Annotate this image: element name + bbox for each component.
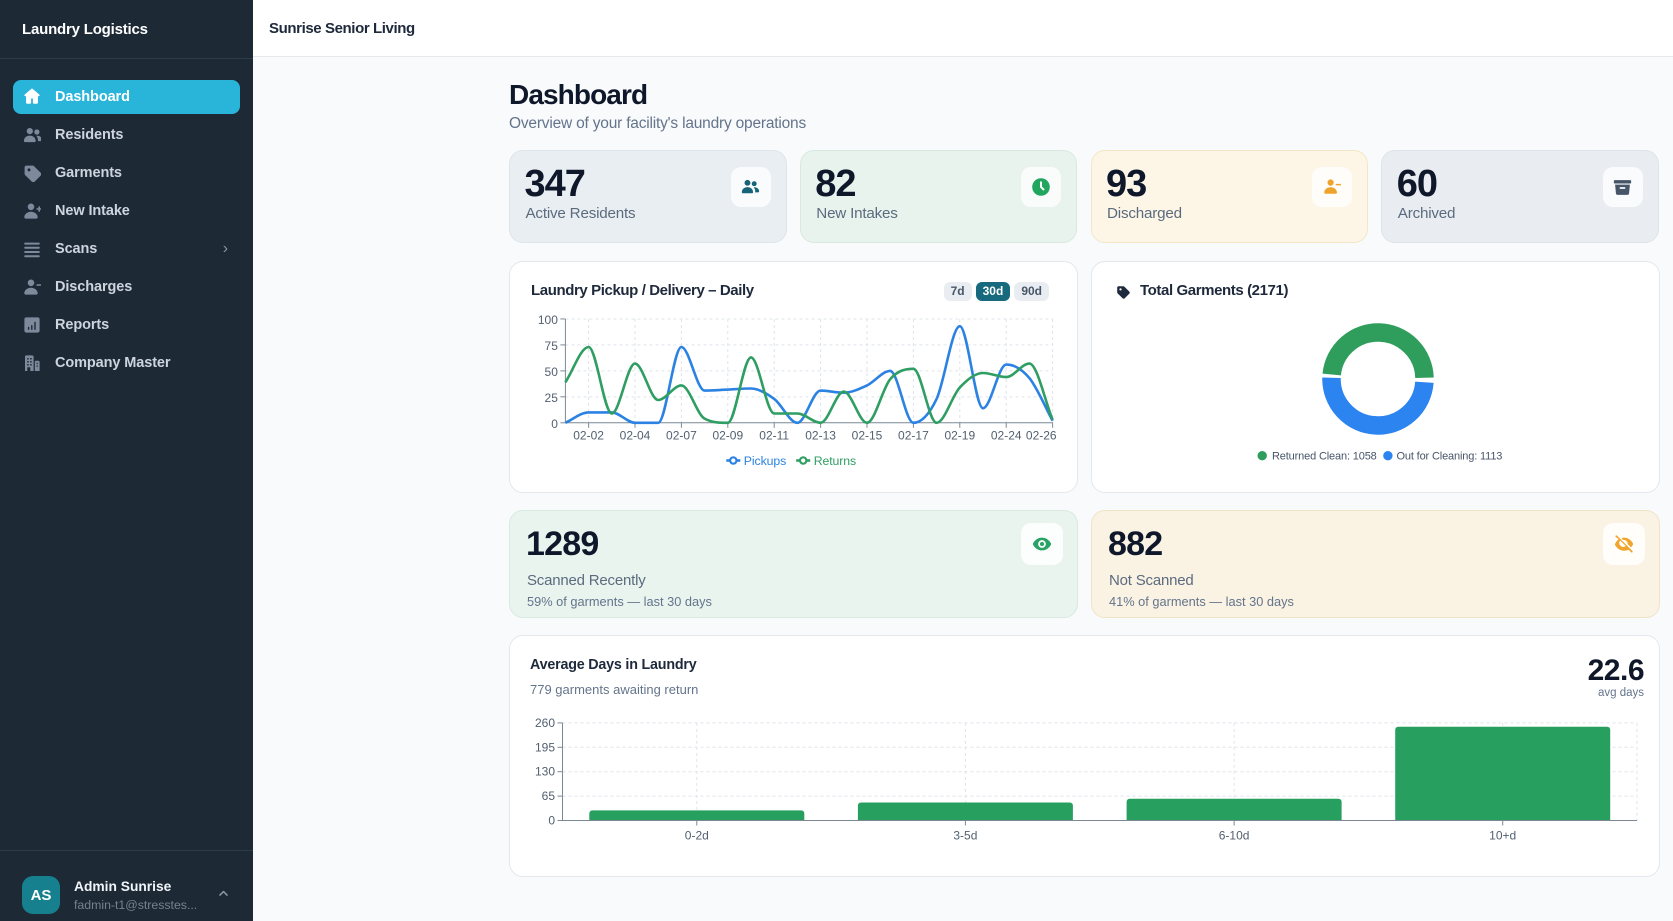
svg-text:02-26: 02-26 xyxy=(1026,428,1057,442)
svg-text:65: 65 xyxy=(542,789,556,803)
svg-text:6-10d: 6-10d xyxy=(1219,829,1250,843)
svg-text:Pickups: Pickups xyxy=(744,453,786,467)
svg-text:75: 75 xyxy=(545,338,559,352)
svg-text:02-09: 02-09 xyxy=(712,428,743,442)
svg-text:02-04: 02-04 xyxy=(620,428,651,442)
svg-text:10+d: 10+d xyxy=(1489,829,1516,843)
svg-text:130: 130 xyxy=(535,765,555,779)
svg-text:0-2d: 0-2d xyxy=(685,829,709,843)
svg-text:3-5d: 3-5d xyxy=(953,829,977,843)
svg-text:50: 50 xyxy=(545,364,559,378)
svg-text:Returned Clean: 1058: Returned Clean: 1058 xyxy=(1272,450,1377,462)
svg-text:25: 25 xyxy=(545,390,559,404)
svg-text:02-13: 02-13 xyxy=(805,428,836,442)
svg-text:02-15: 02-15 xyxy=(852,428,883,442)
svg-text:Out for Cleaning: 1113: Out for Cleaning: 1113 xyxy=(1397,450,1503,462)
svg-text:02-19: 02-19 xyxy=(944,428,975,442)
svg-text:02-17: 02-17 xyxy=(898,428,929,442)
svg-text:195: 195 xyxy=(535,740,555,754)
svg-text:260: 260 xyxy=(535,716,555,730)
svg-text:Returns: Returns xyxy=(814,453,856,467)
svg-text:02-24: 02-24 xyxy=(991,428,1022,442)
svg-text:0: 0 xyxy=(548,814,555,828)
svg-text:100: 100 xyxy=(538,312,558,326)
svg-text:02-07: 02-07 xyxy=(666,428,697,442)
svg-text:0: 0 xyxy=(551,416,558,430)
svg-text:02-11: 02-11 xyxy=(759,428,789,442)
svg-text:02-02: 02-02 xyxy=(573,428,604,442)
